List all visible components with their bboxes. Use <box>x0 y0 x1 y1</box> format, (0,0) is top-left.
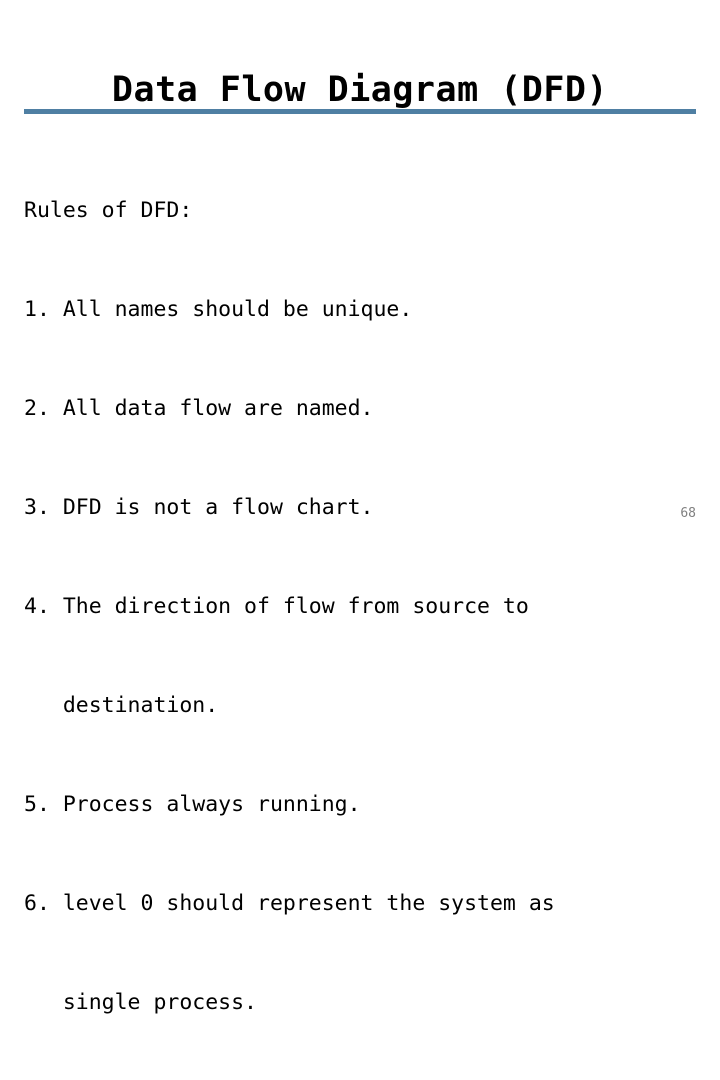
rules-list: Rules of DFD: 1. All names should be uni… <box>24 128 704 1080</box>
slide: Data Flow Diagram (DFD) Rules of DFD: 1.… <box>0 0 720 1015</box>
title-divider <box>24 109 696 114</box>
list-item-continuation: destination. <box>24 693 219 718</box>
list-item: 5. Process always running. <box>24 792 361 817</box>
page-number: 68 <box>680 506 696 521</box>
list-item: 2. All data flow are named. <box>24 396 374 421</box>
list-item: 1. All names should be unique. <box>24 297 413 322</box>
page-title: Data Flow Diagram (DFD) <box>111 70 609 111</box>
list-item: 6. level 0 should represent the system a… <box>24 891 555 916</box>
list-item: 4. The direction of flow from source to <box>24 594 529 619</box>
list-item-continuation: single process. <box>24 990 257 1015</box>
list-item: 3. DFD is not a flow chart. <box>24 495 374 520</box>
list-heading: Rules of DFD: <box>24 198 193 223</box>
